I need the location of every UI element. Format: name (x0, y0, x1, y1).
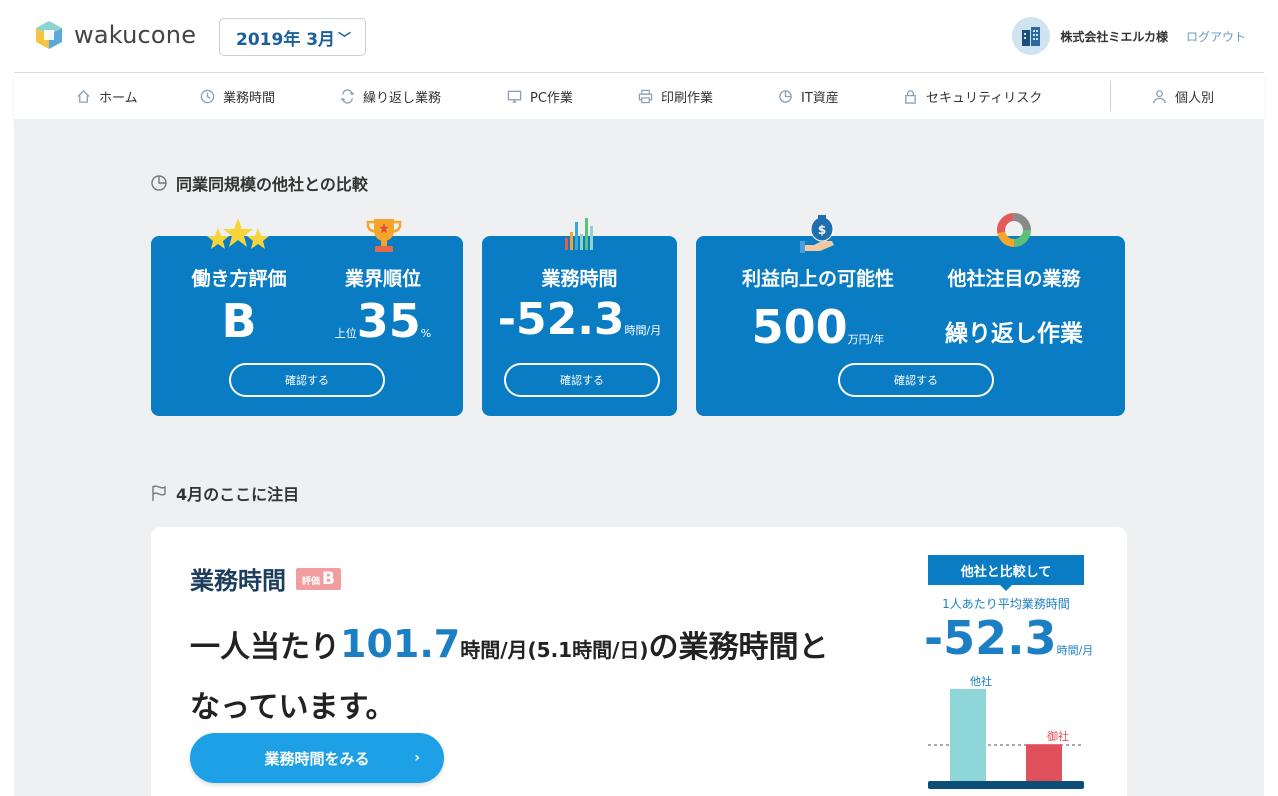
focus-section-title: 4月のここに注目 (150, 481, 299, 505)
statement-post: の業務時間と (648, 630, 829, 665)
nav-work-hours[interactable]: 業務時間 (200, 73, 275, 119)
repeat-icon (340, 88, 355, 104)
lock-icon (905, 89, 916, 104)
trophy-icon (366, 219, 402, 252)
chevron-down-icon: ﹀ (337, 32, 351, 47)
app-header: wakucone 2019年 3月 ﹀ 株式会社ミエルカ様 ログアウト (0, 0, 1278, 72)
chart-baseline (928, 781, 1084, 789)
printer-icon (638, 89, 653, 103)
cube-logo-icon (36, 21, 62, 49)
nav-label: ホーム (99, 90, 138, 106)
pie-icon (779, 89, 792, 103)
work-hours-card: 業務時間 -52.3時間/月 確認する (482, 236, 677, 416)
rank-unit: % (420, 327, 432, 340)
confirm-button-2[interactable]: 確認する (504, 363, 660, 397)
month-value: 2019年 3月 (236, 29, 336, 50)
compare-value: -52.3 (924, 611, 1057, 665)
statement-pre: 一人当たり (190, 630, 340, 665)
bar-ours (1026, 744, 1062, 781)
hours-value-group: -52.3時間/月 (482, 294, 677, 345)
svg-text:$: $ (818, 223, 826, 237)
profit-focus-card: 利益向上の可能性 500万円/年 他社注目の業務 繰り返し作業 確認する (696, 236, 1125, 416)
money-bag-icon: $ (800, 215, 834, 253)
person-icon (1153, 89, 1166, 103)
clock-icon (200, 89, 215, 103)
nav-pc-work[interactable]: PC作業 (507, 73, 573, 119)
nav-label: 印刷作業 (661, 90, 714, 106)
statement-mid: 時間/月(5.1時間/日) (460, 638, 649, 662)
rank-label: 業界順位 (344, 268, 421, 290)
nav-it-assets[interactable]: IT資産 (778, 73, 839, 119)
monitor-icon (507, 90, 522, 103)
compare-subtitle: 1人あたり平均業務時間 (942, 597, 1070, 611)
nav-label: セキュリティリスク (926, 90, 1043, 106)
nav-label: 個人別 (1175, 90, 1215, 106)
statement-line2: なっています。 (190, 690, 396, 725)
logo-text: wakucone (74, 21, 197, 49)
hours-unit: 時間/月 (624, 324, 662, 337)
rank-value: 35 (356, 294, 421, 348)
cta-label: 業務時間をみる (264, 749, 370, 768)
bar-other-label: 他社 (970, 675, 992, 688)
chevron-right-icon: › (414, 750, 420, 766)
profit-label: 利益向上の可能性 (741, 268, 894, 290)
user-area: 株式会社ミエルカ様 ログアウト (1012, 17, 1246, 55)
focus-title: 業務時間 評価 B (190, 561, 341, 596)
nav-repeat-work[interactable]: 繰り返し業務 (340, 73, 441, 119)
home-icon (77, 89, 90, 103)
building-icon (1022, 27, 1041, 46)
compare-unit: 時間/月 (1056, 644, 1094, 657)
company-name: 株式会社ミエルカ様 (1060, 29, 1168, 44)
stars-icon (207, 218, 269, 249)
bar-ours-label: 御社 (1047, 730, 1069, 744)
workstyle-rank-card: 働き方評価 B 業界順位 上位35% 確認する (151, 236, 463, 416)
main-nav: ホーム 業務時間 繰り返し業務 PC作業 印刷作業 IT資産 セキュリティリスク… (14, 73, 1264, 119)
focus-title-text: 業務時間 (190, 567, 286, 595)
profit-value: 500 (751, 300, 848, 354)
focus-statement: 一人当たり101.7時間/月(5.1時間/日)の業務時間と なっています。 (190, 615, 880, 737)
compare-header: 他社と比較して (928, 555, 1084, 591)
view-work-hours-button[interactable]: 業務時間をみる › (190, 733, 444, 783)
profit-unit: 万円/年 (847, 333, 885, 346)
hours-label: 業務時間 (541, 268, 618, 290)
nav-label: IT資産 (801, 90, 839, 106)
section-title-text: 4月のここに注目 (176, 485, 300, 504)
confirm-button-1[interactable]: 確認する (229, 363, 385, 397)
workstyle-label: 働き方評価 (191, 268, 287, 290)
confirm-button-3[interactable]: 確認する (838, 363, 994, 397)
rank-value-group: 上位35% (311, 294, 455, 348)
main-content: 同業同規模の他社との比較 働き方評価 B 業界順位 上位35% 確認する 業務時… (14, 119, 1264, 796)
comparison-section-title: 同業同規模の他社との比較 (150, 171, 368, 195)
avatar[interactable] (1012, 17, 1051, 55)
logout-link[interactable]: ログアウト (1186, 28, 1246, 45)
donut-chart-icon (997, 213, 1031, 247)
nav-label: 繰り返し業務 (363, 90, 442, 106)
focus-work-label: 他社注目の業務 (947, 268, 1081, 290)
nav-security-risk[interactable]: セキュリティリスク (903, 73, 1042, 119)
workstyle-value: B (221, 294, 257, 348)
hours-value: -52.3 (497, 294, 625, 345)
grade-value: B (322, 568, 335, 589)
nav-individual[interactable]: 個人別 (1152, 73, 1214, 119)
bar-chart-icon (565, 218, 593, 250)
logo[interactable]: wakucone (32, 18, 196, 52)
grade-prefix: 評価 (302, 576, 321, 587)
month-select[interactable]: 2019年 3月 ﹀ (219, 18, 366, 56)
statement-value: 101.7 (340, 622, 461, 666)
rank-prefix: 上位 (334, 327, 357, 340)
nav-divider (1110, 81, 1111, 111)
profit-value-group: 500万円/年 (718, 300, 918, 354)
grade-badge: 評価 B (296, 567, 341, 590)
section-title-text: 同業同規模の他社との比較 (176, 175, 368, 194)
bar-other (950, 689, 986, 781)
focus-card: 業務時間 評価 B 一人当たり101.7時間/月(5.1時間/日)の業務時間と な… (151, 527, 1127, 796)
pie-chart-icon (151, 175, 167, 191)
nav-home[interactable]: ホーム (76, 73, 138, 119)
nav-label: 業務時間 (223, 90, 276, 106)
nav-print-work[interactable]: 印刷作業 (638, 73, 713, 119)
compare-value-group: -52.3時間/月 (924, 611, 1093, 665)
flag-icon (152, 485, 166, 501)
nav-label: PC作業 (530, 90, 573, 106)
focus-work-value: 繰り返し作業 (945, 321, 1083, 347)
